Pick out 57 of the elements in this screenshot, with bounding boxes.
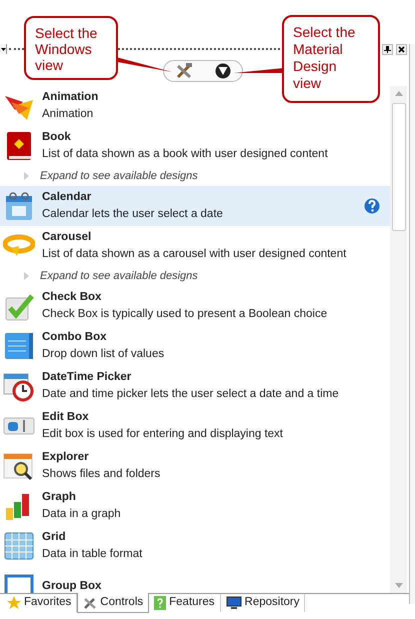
list-item[interactable]: Book List of data shown as a book with user designed content (0, 126, 390, 166)
item-title: Grid (42, 530, 67, 545)
item-title: Graph (42, 490, 77, 505)
help-icon (154, 596, 166, 610)
list-item[interactable]: Explorer Shows files and folders (0, 446, 390, 486)
tab[interactable]: Repository (220, 594, 306, 612)
pin-button[interactable] (382, 44, 393, 54)
item-description: Date and time picker lets the user select a date and a time (42, 387, 340, 402)
item-title: Group Box (42, 578, 102, 593)
expand-hint[interactable]: Expand to see available designs (40, 268, 198, 284)
list-item[interactable]: Group Box (0, 566, 390, 593)
item-description: Data in a graph (42, 507, 122, 522)
calendar-icon (3, 190, 35, 222)
scrollbar[interactable] (390, 86, 407, 593)
help-icon[interactable] (364, 198, 380, 214)
callout: Select the Material Design view (282, 15, 380, 103)
expand-hint[interactable]: Expand to see available designs (40, 168, 198, 184)
list-item[interactable]: Grid Data in table format (0, 526, 390, 566)
callout: Select the Windows view (24, 16, 118, 80)
item-title: Animation (42, 90, 100, 105)
list-item[interactable]: Edit Box Edit box is used for entering and displaying text (0, 406, 390, 446)
tools-icon (83, 596, 98, 610)
item-title: Book (42, 130, 72, 145)
star-icon (7, 596, 21, 610)
scroll-thumb[interactable] (392, 103, 406, 231)
tab[interactable]: Features (149, 594, 221, 612)
item-description: Check Box is typically used to present a Boolean choice (42, 307, 328, 322)
item-title: Check Box (42, 290, 102, 305)
item-description: Calendar lets the user select a date (42, 207, 224, 222)
item-title: Calendar (42, 190, 92, 205)
tab[interactable]: Controls (77, 593, 150, 613)
monitor-icon (226, 596, 242, 610)
caret-icon (0, 48, 6, 50)
item-title: Explorer (42, 450, 90, 465)
item-title: Carousel (42, 230, 92, 245)
list-item[interactable]: Combo Box Drop down list of values (0, 326, 390, 366)
item-title: DateTime Picker (42, 370, 132, 385)
item-description: Shows files and folders (42, 467, 162, 482)
list-box-icon (3, 330, 35, 362)
dropdown-button[interactable] (0, 44, 7, 54)
item-description: List of data shown as a carousel with user designed content (42, 247, 348, 262)
grid-icon (3, 530, 35, 562)
item-description: Data in table format (42, 547, 144, 562)
list-item[interactable]: Carousel List of data shown as a carousel with user designed content (0, 226, 390, 266)
item-description: List of data shown as a book with user designed content (42, 147, 329, 162)
list-item[interactable]: Check Box Check Box is typically used to present a Boolean choice (0, 286, 390, 326)
material-design-icon[interactable] (215, 63, 231, 79)
list-item[interactable]: DateTime Picker Date and time picker lets the user select a date and a time (0, 366, 390, 406)
list-item[interactable]: Graph Data in a graph (0, 486, 390, 526)
item-description: Edit box is used for entering and displaying text (42, 427, 284, 442)
item-title: Combo Box (42, 330, 108, 345)
item-description: Drop down list of values (42, 347, 166, 362)
tools-icon[interactable] (175, 62, 193, 80)
list-item[interactable]: Calendar Calendar lets the user select a date (0, 186, 390, 226)
close-button[interactable] (396, 44, 407, 54)
item-title: Edit Box (42, 410, 90, 425)
item-description: Animation (42, 107, 94, 122)
